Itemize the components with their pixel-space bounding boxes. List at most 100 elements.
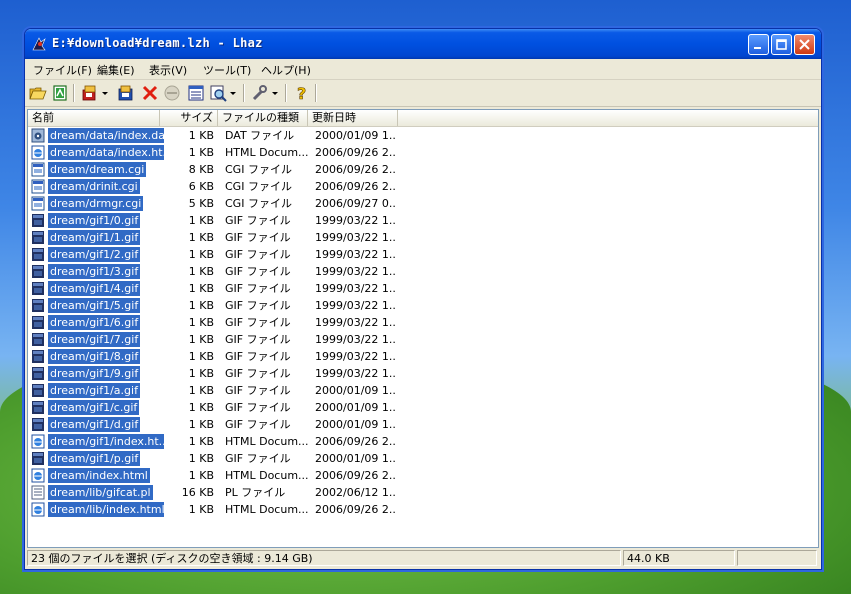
add-files-icon[interactable] — [117, 84, 135, 102]
table-row[interactable]: dream/gif1/a.gif 1 KB GIF ファイル 2000/01/09 1… — [28, 382, 818, 399]
tools-dropdown-icon[interactable] — [271, 84, 279, 102]
new-archive-icon[interactable] — [51, 84, 69, 102]
file-size: 1 KB — [188, 146, 214, 159]
file-size: 6 KB — [188, 180, 214, 193]
column-header-type[interactable]: ファイルの種類 — [218, 110, 308, 126]
table-row[interactable]: dream/gif1/c.gif 1 KB GIF ファイル 2000/01/09 1… — [28, 399, 818, 416]
column-header-date[interactable]: 更新日時 — [308, 110, 398, 126]
status-extra — [737, 550, 817, 566]
menu-help[interactable]: ヘルプ(H) — [261, 62, 311, 78]
table-row[interactable]: dream/drmgr.cgi 5 KB CGI ファイル 2006/09/27 0.… — [28, 195, 818, 212]
file-list[interactable]: 名前 サイズ ファイルの種類 更新日時 dream/data/index.dat… — [27, 109, 819, 548]
properties-icon[interactable] — [187, 84, 205, 102]
table-row[interactable]: dream/data/index.ht... 1 KB HTML Docum... 2… — [28, 144, 818, 161]
table-row[interactable]: dream/gif1/8.gif 1 KB GIF ファイル 1999/03/22 1… — [28, 348, 818, 365]
status-selection: 23 個のファイルを選択 (ディスクの空き領域 : 9.14 GB) — [27, 550, 621, 566]
file-name: dream/gif1/5.gif — [48, 298, 141, 313]
file-size: 1 KB — [188, 401, 214, 414]
dat-file-icon — [31, 128, 45, 143]
file-type: GIF ファイル — [225, 367, 291, 380]
file-name: dream/gif1/1.gif — [48, 230, 141, 245]
close-button[interactable] — [794, 34, 815, 55]
open-folder-icon[interactable] — [29, 84, 47, 102]
html-file-icon — [31, 468, 45, 483]
table-row[interactable]: dream/drinit.cgi 6 KB CGI ファイル 2006/09/26 2… — [28, 178, 818, 195]
table-row[interactable]: dream/gif1/5.gif 1 KB GIF ファイル 1999/03/22 1… — [28, 297, 818, 314]
column-header-size[interactable]: サイズ — [160, 110, 218, 126]
table-row[interactable]: dream/gif1/index.ht... 1 KB HTML Docum... 2… — [28, 433, 818, 450]
file-type: GIF ファイル — [225, 401, 291, 414]
svg-text:?: ? — [297, 84, 306, 102]
table-row[interactable]: dream/data/index.dat 1 KB DAT ファイル 2000/01/… — [28, 127, 818, 144]
file-type: GIF ファイル — [225, 265, 291, 278]
file-date: 1999/03/22 1... — [315, 350, 397, 363]
html-file-icon — [31, 502, 45, 517]
title-bar[interactable]: E:¥download¥dream.lzh - Lhaz — [25, 29, 821, 59]
file-name: dream/gif1/0.gif — [48, 213, 141, 228]
table-row[interactable]: dream/gif1/1.gif 1 KB GIF ファイル 1999/03/22 1… — [28, 229, 818, 246]
gif-file-icon — [31, 349, 45, 364]
file-name: dream/data/index.dat — [48, 128, 164, 143]
menu-file[interactable]: ファイル(F) — [33, 62, 92, 78]
view-icon[interactable] — [209, 84, 227, 102]
menu-edit[interactable]: 編集(E) — [97, 62, 135, 78]
file-type: HTML Docum... — [225, 146, 309, 159]
gif-file-icon — [31, 383, 45, 398]
table-row[interactable]: dream/gif1/6.gif 1 KB GIF ファイル 1999/03/22 1… — [28, 314, 818, 331]
file-type: HTML Docum... — [225, 503, 309, 516]
table-row[interactable]: dream/index.html 1 KB HTML Docum... 2006/09… — [28, 467, 818, 484]
help-icon[interactable]: ? — [293, 84, 311, 102]
file-name: dream/gif1/3.gif — [48, 264, 141, 279]
table-row[interactable]: dream/gif1/2.gif 1 KB GIF ファイル 1999/03/22 1… — [28, 246, 818, 263]
file-size: 1 KB — [188, 367, 214, 380]
gif-file-icon — [31, 451, 45, 466]
file-date: 2000/01/09 1... — [315, 452, 397, 465]
minimize-button[interactable] — [748, 34, 769, 55]
table-row[interactable]: dream/gif1/0.gif 1 KB GIF ファイル 1999/03/22 1… — [28, 212, 818, 229]
file-size: 1 KB — [188, 384, 214, 397]
list-header: 名前 サイズ ファイルの種類 更新日時 — [28, 110, 818, 127]
extract-icon[interactable] — [81, 84, 99, 102]
file-date: 1999/03/22 1... — [315, 248, 397, 261]
table-row[interactable]: dream/gif1/d.gif 1 KB GIF ファイル 2000/01/09 1… — [28, 416, 818, 433]
file-size: 1 KB — [188, 418, 214, 431]
file-type: GIF ファイル — [225, 248, 291, 261]
table-row[interactable]: dream/lib/gifcat.pl 16 KB PL ファイル 2002/06/1… — [28, 484, 818, 501]
file-size: 8 KB — [188, 163, 214, 176]
file-date: 1999/03/22 1... — [315, 265, 397, 278]
maximize-button[interactable] — [771, 34, 792, 55]
pl-file-icon — [31, 485, 45, 500]
menu-bar: ファイル(F) 編集(E) 表示(V) ツール(T) ヘルプ(H) — [25, 59, 821, 80]
table-row[interactable]: dream/lib/index.html 1 KB HTML Docum... 200… — [28, 501, 818, 518]
table-row[interactable]: dream/gif1/p.gif 1 KB GIF ファイル 2000/01/09 1… — [28, 450, 818, 467]
gif-file-icon — [31, 417, 45, 432]
cgi-file-icon — [31, 179, 45, 194]
file-size: 1 KB — [188, 265, 214, 278]
gif-file-icon — [31, 366, 45, 381]
view-dropdown-icon[interactable] — [229, 84, 237, 102]
file-type: CGI ファイル — [225, 180, 292, 193]
file-name: dream/gif1/7.gif — [48, 332, 141, 347]
table-row[interactable]: dream/dream.cgi 8 KB CGI ファイル 2006/09/26 2.… — [28, 161, 818, 178]
menu-tools[interactable]: ツール(T) — [203, 62, 251, 78]
column-header-name[interactable]: 名前 — [28, 110, 160, 126]
file-date: 1999/03/22 1... — [315, 214, 397, 227]
tools-icon[interactable] — [251, 84, 269, 102]
table-row[interactable]: dream/gif1/3.gif 1 KB GIF ファイル 1999/03/22 1… — [28, 263, 818, 280]
file-size: 1 KB — [188, 452, 214, 465]
file-size: 1 KB — [188, 316, 214, 329]
delete-icon[interactable] — [141, 84, 159, 102]
file-type: GIF ファイル — [225, 384, 291, 397]
file-size: 1 KB — [188, 299, 214, 312]
close-icon — [799, 39, 810, 50]
file-size: 1 KB — [188, 231, 214, 244]
table-row[interactable]: dream/gif1/7.gif 1 KB GIF ファイル 1999/03/22 1… — [28, 331, 818, 348]
file-type: DAT ファイル — [225, 129, 295, 142]
menu-view[interactable]: 表示(V) — [149, 62, 187, 78]
table-row[interactable]: dream/gif1/4.gif 1 KB GIF ファイル 1999/03/22 1… — [28, 280, 818, 297]
maximize-icon — [776, 39, 787, 50]
disabled-icon — [164, 85, 180, 101]
file-name: dream/dream.cgi — [48, 162, 147, 177]
table-row[interactable]: dream/gif1/9.gif 1 KB GIF ファイル 1999/03/22 1… — [28, 365, 818, 382]
extract-dropdown-icon[interactable] — [101, 84, 109, 102]
